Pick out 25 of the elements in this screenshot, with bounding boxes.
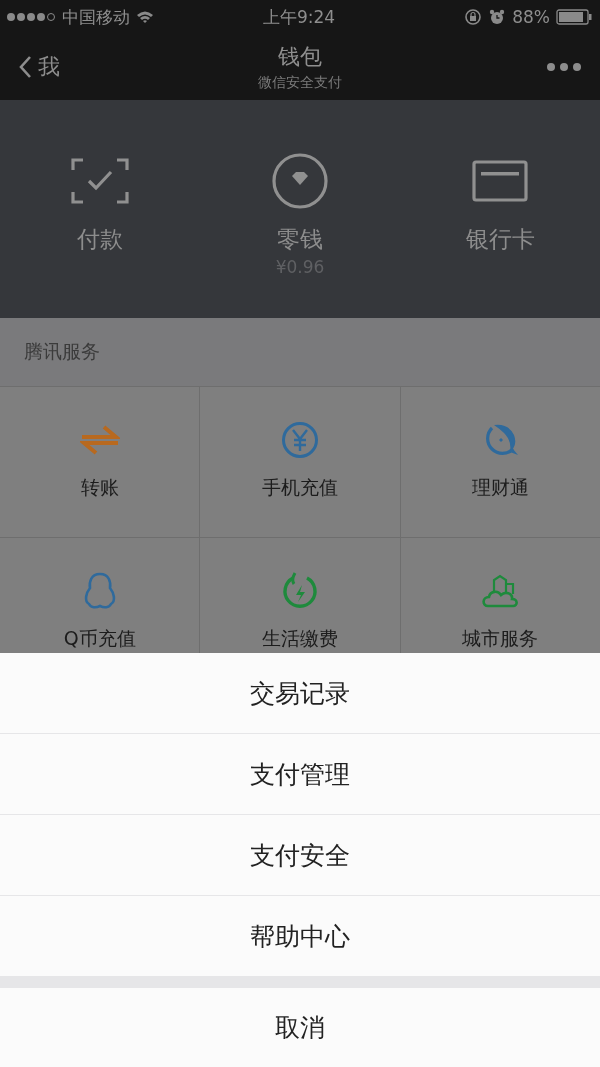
- carrier-name: 中国移动: [62, 5, 130, 29]
- section-title: 腾讯服务: [24, 339, 100, 364]
- signal-icon: [6, 11, 56, 23]
- wallet-item[interactable]: 付款: [0, 100, 200, 318]
- wifi-icon: [136, 10, 154, 24]
- alarm-icon: [488, 8, 507, 26]
- service-tile[interactable]: 转账: [0, 387, 200, 537]
- cancel-button[interactable]: 取消: [0, 988, 600, 1067]
- service-tile[interactable]: 理财通: [400, 387, 600, 537]
- page-title: 钱包: [278, 43, 322, 71]
- action-sheet-item[interactable]: 帮助中心: [0, 896, 600, 976]
- back-button[interactable]: 我: [18, 52, 108, 82]
- battery-percent: 88%: [512, 7, 550, 27]
- clock-time: 上午9:24: [262, 5, 336, 29]
- wallet-item[interactable]: 银行卡: [400, 100, 600, 318]
- service-tile[interactable]: 手机充值: [200, 387, 400, 537]
- rotation-lock-icon: [464, 8, 483, 26]
- action-sheet-item[interactable]: 支付安全: [0, 815, 600, 895]
- more-icon: [546, 62, 582, 72]
- action-sheet-item[interactable]: 支付管理: [0, 734, 600, 814]
- battery-icon: [556, 9, 592, 25]
- page-subtitle: 微信安全支付: [258, 74, 342, 92]
- diamond-coin-icon: [271, 152, 329, 210]
- chevron-left-icon: [18, 55, 32, 79]
- action-sheet-item[interactable]: 交易记录: [0, 653, 600, 733]
